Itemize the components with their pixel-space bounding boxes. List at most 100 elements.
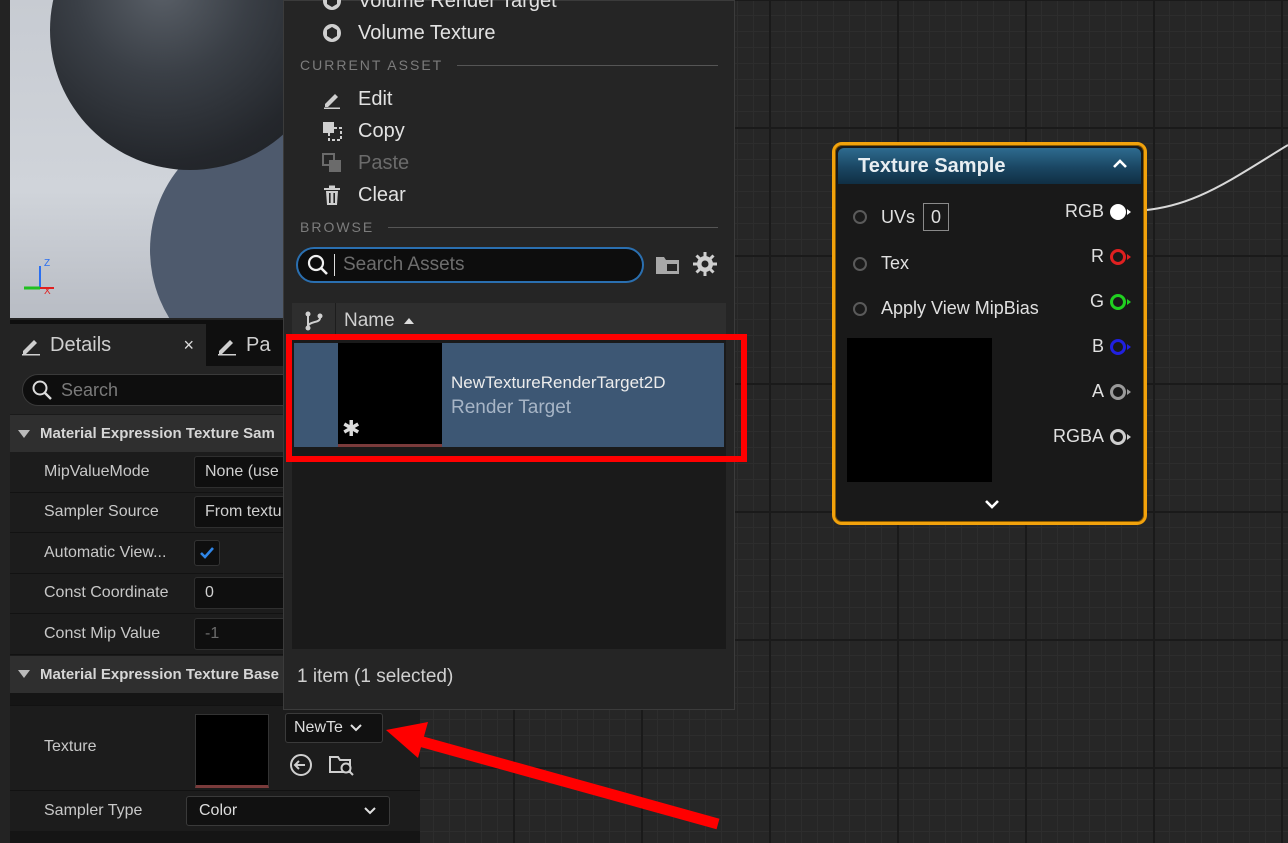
- output-pin-a[interactable]: A: [1092, 381, 1131, 402]
- sampler-type-select[interactable]: Color: [186, 796, 390, 826]
- menu-item-label: Edit: [358, 87, 393, 110]
- pin-label: UVs: [881, 206, 916, 227]
- pencil-icon: [22, 340, 40, 356]
- texture-combo-value: NewTe: [294, 719, 343, 736]
- mip-value-mode-select[interactable]: None (use c: [194, 455, 288, 488]
- input-pin-uvs[interactable]: UVs 0: [853, 203, 950, 231]
- sort-ascending-icon: [403, 318, 414, 324]
- heading-label: CURRENT ASSET: [300, 57, 444, 73]
- pin-circle-icon: [853, 256, 867, 271]
- node-title: Texture Sample: [858, 154, 1006, 177]
- menu-item-edit[interactable]: Edit: [320, 87, 392, 111]
- tab-palette-label: Pa: [246, 333, 271, 356]
- axis-z-label: Z: [44, 258, 51, 269]
- axis-gizmo-icon: [24, 266, 54, 290]
- cube-icon: [320, 21, 344, 45]
- texture-sample-node[interactable]: Texture Sample UVs 0 Tex Apply View MipB…: [832, 142, 1147, 525]
- pin-label: RGBA: [1052, 426, 1104, 446]
- node-header[interactable]: Texture Sample: [838, 148, 1141, 184]
- asset-count-status: 1 item (1 selected): [297, 666, 454, 687]
- texture-thumbnail[interactable]: [195, 714, 269, 788]
- pin-circle-icon: [853, 210, 867, 224]
- sampler-type-value: Color: [199, 802, 238, 819]
- collapse-triangle-icon: [18, 429, 30, 438]
- asset-search-input[interactable]: Search Assets: [296, 247, 644, 283]
- column-name-header[interactable]: Name: [336, 310, 415, 332]
- preview-sphere: [50, 0, 286, 170]
- pin-label: G: [1089, 291, 1104, 311]
- sampler-source-select[interactable]: From textu: [194, 496, 288, 529]
- menu-item-volume-render-target[interactable]: Volume Render Target: [320, 0, 557, 13]
- column-label: Name: [344, 310, 395, 331]
- annotation-arrow: [386, 722, 720, 830]
- cube-icon: [320, 0, 344, 13]
- menu-item-label: Copy: [358, 119, 405, 142]
- axis-x-label: X: [44, 286, 51, 297]
- menu-item-label: Paste: [358, 151, 410, 174]
- output-pin-icon: [1110, 248, 1131, 265]
- divider: [457, 64, 718, 66]
- chevron-down-icon: [364, 807, 376, 815]
- checkmark-icon: [200, 546, 214, 559]
- pin-label: B: [1091, 336, 1104, 356]
- const-coordinate-input[interactable]: 0: [194, 577, 288, 610]
- menu-item-paste[interactable]: Paste: [320, 151, 409, 175]
- output-pin-g[interactable]: G: [1089, 291, 1131, 312]
- pencil-icon: [218, 340, 236, 356]
- menu-item-volume-texture[interactable]: Volume Texture: [320, 21, 496, 45]
- browse-heading: BROWSE: [300, 219, 718, 235]
- browse-to-asset-icon[interactable]: [328, 752, 356, 778]
- use-selected-icon[interactable]: [288, 752, 314, 778]
- annotation-highlight-box: [286, 334, 747, 462]
- section-title: Material Expression Texture Sam: [40, 425, 275, 442]
- folder-icon[interactable]: [654, 253, 682, 277]
- output-pin-icon: [1110, 203, 1131, 220]
- pin-label: Apply View MipBias: [881, 298, 1039, 318]
- prop-label: Automatic View...: [44, 543, 167, 561]
- menu-item-label: Volume Render Target: [358, 0, 557, 12]
- prop-sampler-type: Sampler Type Color: [10, 791, 420, 831]
- prop-label: Texture: [44, 738, 97, 755]
- tab-palette[interactable]: Pa: [206, 324, 282, 366]
- preview-viewport[interactable]: Z X: [10, 0, 286, 318]
- prop-label: Const Mip Value: [44, 624, 161, 642]
- search-icon: [32, 380, 52, 400]
- uv-index-input[interactable]: 0: [923, 203, 950, 231]
- output-pin-rgb[interactable]: RGB: [1064, 201, 1131, 222]
- prop-label: Sampler Source: [44, 503, 159, 521]
- pin-label: Tex: [881, 253, 910, 273]
- pin-circle-icon: [853, 301, 867, 316]
- search-icon: [307, 254, 328, 275]
- input-pin-tex[interactable]: Tex: [853, 253, 909, 274]
- menu-item-copy[interactable]: Copy: [320, 119, 405, 143]
- tab-details-label: Details: [50, 333, 112, 356]
- divider: [388, 226, 718, 228]
- automatic-view-checkbox[interactable]: [194, 539, 220, 566]
- menu-item-clear[interactable]: Clear: [320, 183, 406, 207]
- tab-details[interactable]: Details ×: [10, 324, 206, 366]
- output-pin-icon: [1110, 293, 1131, 310]
- menu-item-label: Clear: [358, 183, 406, 206]
- chevron-down-icon[interactable]: [983, 497, 1001, 511]
- output-pin-b[interactable]: B: [1091, 336, 1131, 357]
- output-pin-r[interactable]: R: [1091, 246, 1131, 267]
- settings-gear-icon[interactable]: [692, 251, 718, 277]
- pin-label: R: [1091, 246, 1104, 266]
- section-title: Material Expression Texture Base: [40, 665, 279, 683]
- prop-label: Sampler Type: [44, 802, 143, 819]
- prop-label: MipValueMode: [44, 462, 150, 480]
- output-pin-icon: [1110, 338, 1131, 355]
- pin-label: RGB: [1064, 201, 1104, 221]
- output-pin-rgba[interactable]: RGBA: [1052, 426, 1131, 447]
- trash-icon: [320, 183, 344, 207]
- chevron-up-icon[interactable]: [1111, 153, 1129, 175]
- input-pin-apply-view-mipbias[interactable]: Apply View MipBias: [853, 298, 1039, 319]
- texture-asset-combo[interactable]: NewTe: [285, 713, 383, 743]
- asset-search-placeholder: Search Assets: [343, 254, 465, 275]
- prop-label: Const Coordinate: [44, 584, 169, 602]
- output-pin-icon: [1110, 383, 1131, 400]
- paste-icon: [320, 151, 344, 175]
- const-mip-value-input[interactable]: -1: [194, 617, 288, 650]
- close-icon[interactable]: ×: [183, 335, 194, 356]
- output-pin-icon: [1110, 428, 1131, 445]
